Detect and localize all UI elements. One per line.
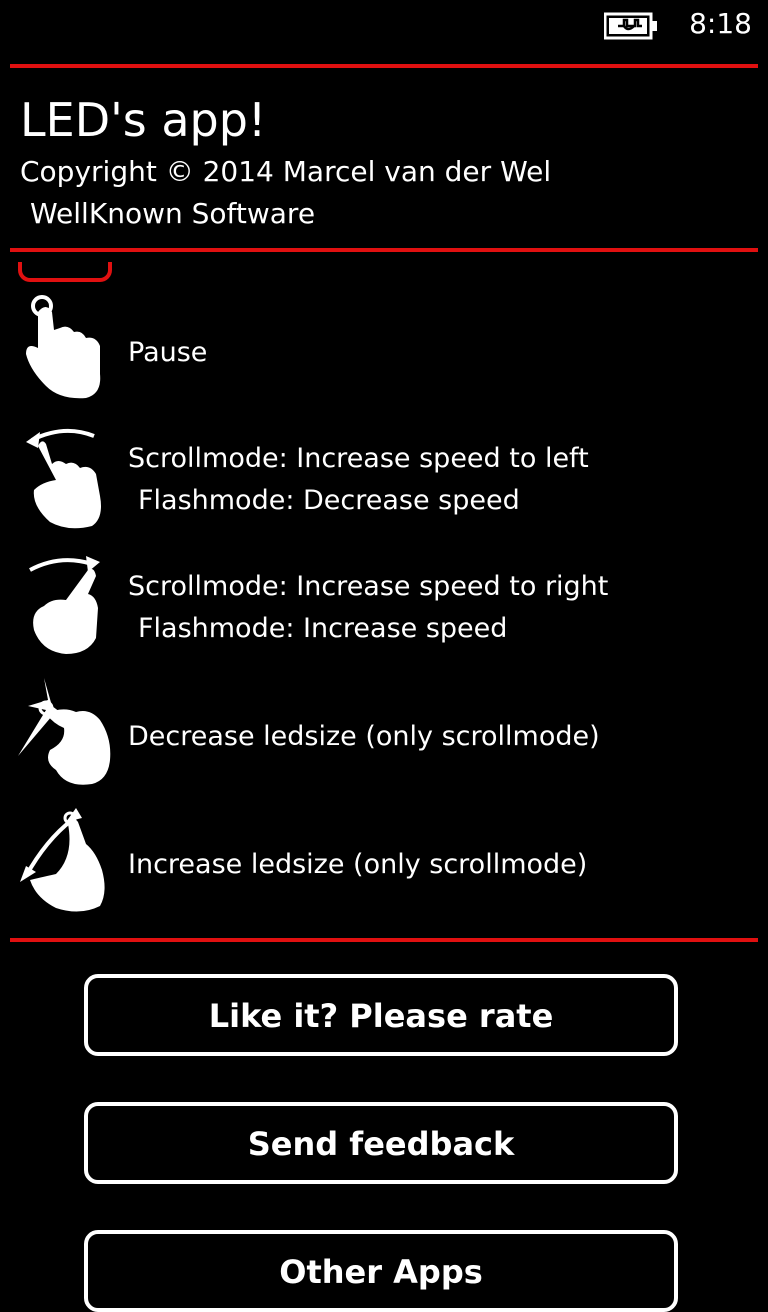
company-name: WellKnown Software — [30, 197, 316, 230]
gesture-line-1: Decrease ledsize (only scrollmode) — [128, 721, 600, 752]
battery-charging-icon — [604, 12, 657, 40]
other-apps-button[interactable]: Other Apps — [84, 1230, 678, 1312]
scroll-indicator — [18, 262, 112, 282]
gesture-description: Increase ledsize (only scrollmode) — [128, 844, 587, 886]
gesture-description: Scrollmode: Increase speed to right Flas… — [128, 566, 608, 650]
gesture-description: Decrease ledsize (only scrollmode) — [128, 716, 600, 758]
header-divider-top — [10, 64, 758, 68]
page-title: LED's app! — [20, 93, 267, 147]
copyright-text: Copyright © 2014 Marcel van der Wel — [20, 155, 552, 188]
gesture-line-1: Scrollmode: Increase speed to right — [128, 571, 609, 602]
rate-button[interactable]: Like it? Please rate — [84, 974, 678, 1056]
gesture-line-2: Flashmode: Increase speed — [138, 613, 508, 644]
gesture-line-1: Pause — [128, 337, 208, 368]
content-divider — [10, 938, 758, 942]
gesture-description: Pause — [128, 332, 207, 374]
gesture-line-2: Flashmode: Decrease speed — [138, 485, 520, 516]
gesture-line-1: Scrollmode: Increase speed to left — [128, 443, 589, 474]
status-bar: 8:18 — [0, 0, 768, 52]
swipe-right-gesture-icon — [29, 556, 100, 654]
gesture-description: Scrollmode: Increase speed to left Flash… — [128, 438, 589, 522]
pinch-out-gesture-icon — [20, 808, 105, 912]
pinch-in-gesture-icon — [18, 678, 111, 785]
swipe-left-gesture-icon — [26, 428, 101, 529]
header-divider-bottom — [10, 248, 758, 252]
tap-gesture-icon — [26, 295, 101, 399]
status-clock: 8:18 — [689, 7, 752, 40]
gesture-line-1: Increase ledsize (only scrollmode) — [128, 849, 588, 880]
send-feedback-button[interactable]: Send feedback — [84, 1102, 678, 1184]
